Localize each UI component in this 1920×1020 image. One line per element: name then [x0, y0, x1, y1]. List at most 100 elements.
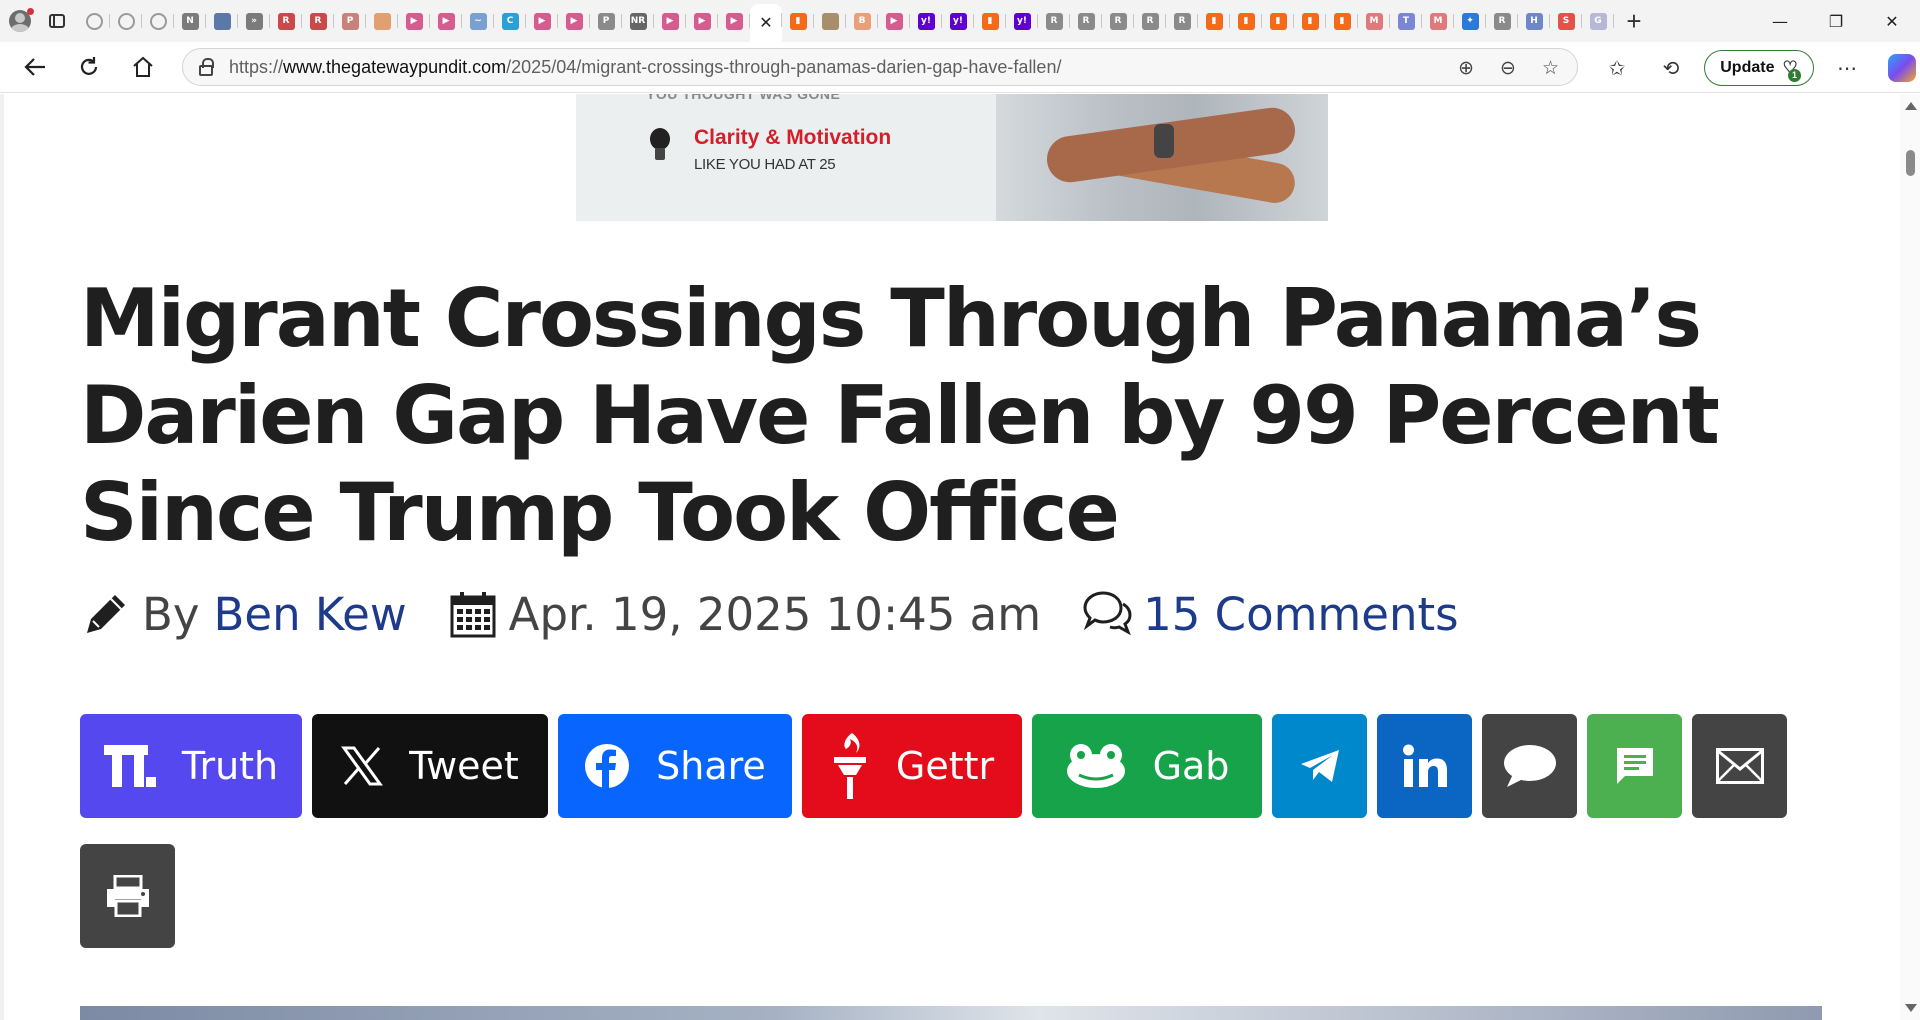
scroll-up-arrow-icon[interactable] — [1905, 102, 1917, 110]
tab[interactable]: G — [1582, 5, 1614, 37]
article-hero-image — [80, 1006, 1822, 1020]
tweet-share-button[interactable]: Tweet — [312, 714, 548, 818]
tab[interactable]: P — [590, 5, 622, 37]
tab[interactable]: y! — [910, 5, 942, 37]
close-tab-icon[interactable]: ✕ — [759, 13, 772, 33]
tab-actions-button[interactable] — [40, 0, 74, 42]
refresh-button[interactable] — [62, 47, 116, 87]
tab[interactable]: ▶ — [878, 5, 910, 37]
share-buttons: Truth Tweet Share Gettr Gab — [80, 714, 1787, 818]
back-button[interactable] — [8, 47, 62, 87]
tab[interactable]: ~ — [462, 5, 494, 37]
tab[interactable]: ✦ — [1454, 5, 1486, 37]
tab[interactable] — [110, 5, 142, 37]
tab[interactable]: ▮ — [1262, 5, 1294, 37]
tweet-label: Tweet — [409, 744, 519, 788]
favorite-star-icon[interactable]: ☆ — [1542, 57, 1559, 79]
author-link[interactable]: Ben Kew — [214, 588, 407, 641]
tab[interactable]: R — [270, 5, 302, 37]
ad-cut-text: YOU THOUGHT WAS GONE — [646, 94, 841, 102]
vertical-scrollbar[interactable] — [1900, 94, 1920, 1020]
url-text[interactable]: https://www.thegatewaypundit.com/2025/04… — [229, 57, 1061, 78]
tab[interactable]: ▮ — [782, 5, 814, 37]
tab[interactable]: ▶ — [398, 5, 430, 37]
telegram-share-button[interactable] — [1272, 714, 1367, 818]
tab[interactable]: ▮ — [1198, 5, 1230, 37]
telegram-icon — [1300, 750, 1339, 782]
zoom-icon[interactable]: ⊕ — [1458, 57, 1474, 79]
advertisement-banner[interactable]: YOU THOUGHT WAS GONE Clarity & Motivatio… — [576, 94, 1328, 221]
profile-button[interactable] — [0, 0, 40, 42]
tab[interactable]: y! — [942, 5, 974, 37]
tab[interactable]: C — [494, 5, 526, 37]
comments-link[interactable]: 15 Comments — [1143, 588, 1458, 641]
tab[interactable]: P — [334, 5, 366, 37]
video-icon: ▶ — [725, 12, 743, 30]
tab[interactable]: ▶ — [558, 5, 590, 37]
tab[interactable]: R — [1038, 5, 1070, 37]
tab[interactable]: y! — [1006, 5, 1038, 37]
history-button[interactable]: ⟲ — [1644, 56, 1698, 80]
tab[interactable]: R — [1102, 5, 1134, 37]
tab[interactable] — [206, 5, 238, 37]
tab[interactable]: M — [1358, 5, 1390, 37]
more-menu-button[interactable]: ⋯ — [1820, 56, 1874, 80]
home-button[interactable] — [116, 47, 170, 87]
ellipsis-icon: ⋯ — [1837, 55, 1857, 80]
tab[interactable]: ▮ — [974, 5, 1006, 37]
gab-label: Gab — [1152, 744, 1230, 788]
tab[interactable]: T — [1390, 5, 1422, 37]
close-window-button[interactable]: ✕ — [1864, 0, 1920, 42]
tab[interactable]: ▶ — [686, 5, 718, 37]
address-bar[interactable]: https://www.thegatewaypundit.com/2025/04… — [182, 48, 1578, 86]
reading-mode-icon[interactable]: ⊖ — [1500, 57, 1516, 79]
tab[interactable]: ▶ — [526, 5, 558, 37]
gab-share-button[interactable]: Gab — [1032, 714, 1262, 818]
tab[interactable]: NR — [622, 5, 654, 37]
by-label: By — [142, 587, 200, 641]
tab[interactable]: R — [1134, 5, 1166, 37]
tab[interactable]: ▮ — [1294, 5, 1326, 37]
tab[interactable] — [366, 5, 398, 37]
email-share-button[interactable] — [1692, 714, 1787, 818]
tab[interactable]: ▮ — [1326, 5, 1358, 37]
tab[interactable] — [142, 5, 174, 37]
tab[interactable]: R — [1486, 5, 1518, 37]
tab[interactable]: R — [1166, 5, 1198, 37]
site-info-button[interactable] — [183, 57, 229, 76]
gettr-share-button[interactable]: Gettr — [802, 714, 1022, 818]
print-button[interactable] — [80, 844, 175, 948]
tab[interactable]: ▶ — [430, 5, 462, 37]
tab[interactable] — [78, 5, 110, 37]
maximize-button[interactable]: ❐ — [1808, 0, 1864, 42]
message-share-button[interactable] — [1482, 714, 1577, 818]
truth-share-button[interactable]: Truth — [80, 714, 302, 818]
minimize-button[interactable]: — — [1752, 0, 1808, 42]
linkedin-share-button[interactable] — [1377, 714, 1472, 818]
tab[interactable]: » — [238, 5, 270, 37]
scrollbar-thumb[interactable] — [1906, 150, 1915, 176]
new-tab-button[interactable]: + — [1614, 0, 1654, 42]
active-tab[interactable]: ✕ — [750, 4, 782, 42]
tab[interactable]: ▮ — [1230, 5, 1262, 37]
m-icon: M — [1365, 12, 1383, 30]
facebook-share-button[interactable]: Share — [558, 714, 792, 818]
scroll-down-arrow-icon[interactable] — [1905, 1004, 1917, 1012]
ad-photo-watch — [1154, 124, 1174, 158]
tab[interactable]: B — [846, 5, 878, 37]
update-button[interactable]: Update ♡ 1 — [1704, 49, 1814, 86]
tab[interactable]: N — [174, 5, 206, 37]
tab[interactable]: H — [1518, 5, 1550, 37]
copilot-icon[interactable] — [1888, 53, 1916, 82]
tab[interactable]: M — [1422, 5, 1454, 37]
tab[interactable]: ▶ — [718, 5, 750, 37]
puzzle-icon: ✦ — [1461, 12, 1479, 30]
bookmark-icon: ▮ — [981, 12, 999, 30]
tab[interactable]: ▶ — [654, 5, 686, 37]
tab[interactable]: R — [302, 5, 334, 37]
tab[interactable]: R — [1070, 5, 1102, 37]
tab[interactable]: S — [1550, 5, 1582, 37]
tab[interactable] — [814, 5, 846, 37]
sms-share-button[interactable] — [1587, 714, 1682, 818]
favorites-button[interactable]: ✩ — [1590, 56, 1644, 80]
